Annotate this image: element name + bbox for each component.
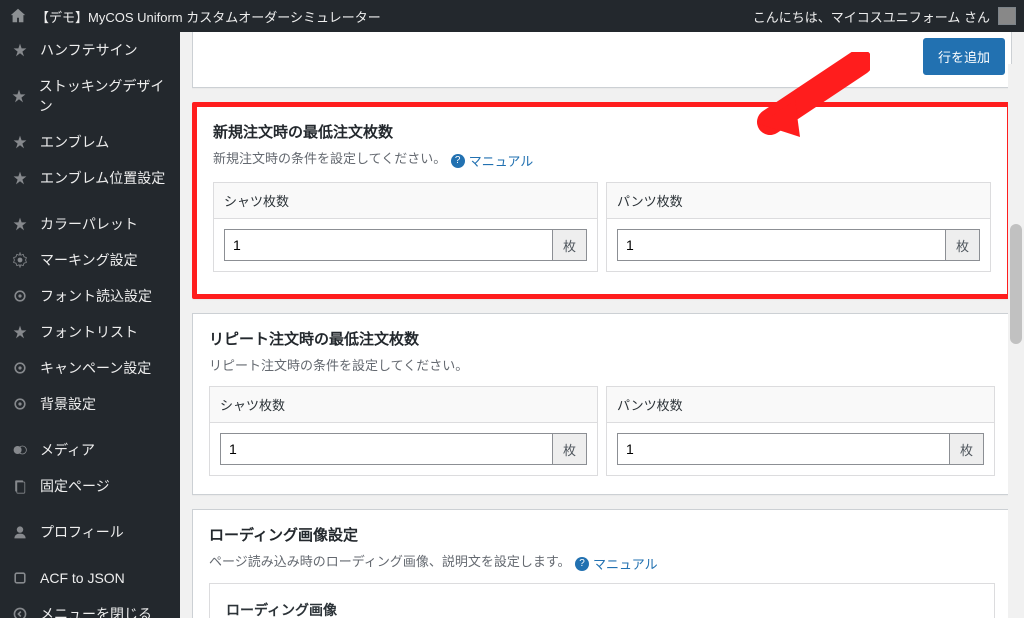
pin-icon (10, 322, 30, 342)
sidebar-item-media[interactable]: メディア (0, 432, 180, 468)
sidebar-item-collapse[interactable]: メニューを閉じる (0, 596, 180, 618)
repeat-order-section: リピート注文時の最低注文枚数 リピート注文時の条件を設定してください。 シャツ枚… (192, 313, 1012, 495)
new-order-desc: 新規注文時の条件を設定してください。 (213, 151, 446, 166)
unit-suffix: 枚 (945, 229, 980, 261)
sidebar-item-9[interactable]: 背景設定 (0, 386, 180, 422)
shirt-field: シャツ枚数 枚 (213, 182, 598, 272)
admin-bar: 【デモ】MyCOS Uniform カスタムオーダーシミュレーター こんにちは、… (0, 0, 1024, 32)
avatar[interactable] (998, 7, 1016, 25)
shirt-label: シャツ枚数 (214, 183, 597, 219)
manual-link[interactable]: ? マニュアル (575, 554, 658, 573)
sidebar-item-label: ストッキングデザイン (39, 76, 170, 116)
site-title[interactable]: 【デモ】MyCOS Uniform カスタムオーダーシミュレーター (36, 7, 381, 26)
sidebar-item-5[interactable]: マーキング設定 (0, 242, 180, 278)
repeat-shirt-input[interactable] (220, 433, 552, 465)
repeat-shirt-field: シャツ枚数 枚 (209, 386, 598, 476)
scrollbar-thumb[interactable] (1010, 224, 1022, 344)
sidebar-item-label: マーキング設定 (40, 250, 138, 270)
content-area: 行を追加 新規注文時の最低注文枚数 新規注文時の条件を設定してください。 ? マ… (180, 32, 1024, 618)
sidebar-item-3[interactable]: エンブレム位置設定 (0, 160, 180, 196)
repeat-pants-input[interactable] (617, 433, 949, 465)
loading-title: ローディング画像設定 (209, 524, 995, 545)
page-icon (10, 476, 30, 496)
annotation-arrow (740, 52, 870, 142)
add-row-button[interactable]: 行を追加 (923, 38, 1005, 75)
sidebar-item-profile[interactable]: プロフィール (0, 514, 180, 550)
pants-field: パンツ枚数 枚 (606, 182, 991, 272)
pin-icon (10, 214, 30, 234)
manual-link[interactable]: ? マニュアル (451, 151, 534, 170)
home-icon[interactable] (8, 6, 28, 26)
sidebar-item-label: フォント読込設定 (40, 286, 152, 306)
sidebar-item-6[interactable]: フォント読込設定 (0, 278, 180, 314)
sidebar-item-label: 背景設定 (40, 394, 96, 414)
shirt-input[interactable] (224, 229, 552, 261)
gear-icon (10, 286, 30, 306)
pin-icon (10, 168, 30, 188)
greeting-text[interactable]: こんにちは、マイコスユニフォーム さん (753, 7, 990, 26)
pants-label: パンツ枚数 (607, 183, 990, 219)
new-order-section: 新規注文時の最低注文枚数 新規注文時の条件を設定してください。 ? マニュアル … (192, 102, 1012, 299)
help-icon: ? (575, 557, 589, 571)
pin-icon (10, 86, 29, 106)
sidebar-item-2[interactable]: エンブレム (0, 124, 180, 160)
admin-sidebar: ハンフテサイン ストッキングデザイン エンブレム エンブレム位置設定 カラーパレ… (0, 32, 180, 618)
sidebar-item-label: ACF to JSON (40, 570, 125, 586)
sidebar-item-7[interactable]: フォントリスト (0, 314, 180, 350)
tool-icon (10, 568, 30, 588)
sidebar-item-label: エンブレム (40, 132, 109, 152)
loading-section: ローディング画像設定 ページ読み込み時のローディング画像、説明文を設定します。 … (192, 509, 1012, 618)
sidebar-item-label: エンブレム位置設定 (40, 168, 165, 188)
loading-image-box: ローディング画像 シミュレーターの読み込み中に表示する画像を設定する事が出来ます… (209, 583, 995, 618)
sidebar-item-label: 固定ページ (40, 476, 110, 496)
scrollbar-track[interactable] (1008, 64, 1024, 618)
sidebar-item-label: フォントリスト (40, 322, 138, 342)
loading-box-title: ローディング画像 (226, 598, 978, 618)
sidebar-item-acf[interactable]: ACF to JSON (0, 560, 180, 596)
pants-input[interactable] (617, 229, 945, 261)
sidebar-item-label: ハンフテサイン (40, 40, 138, 60)
sidebar-item-label: キャンペーン設定 (40, 358, 151, 378)
sidebar-item-label: メニューを閉じる (40, 604, 152, 618)
repeat-order-title: リピート注文時の最低注文枚数 (209, 328, 995, 349)
unit-suffix: 枚 (949, 433, 984, 465)
repeat-shirt-label: シャツ枚数 (210, 387, 597, 423)
media-icon (10, 440, 30, 460)
user-icon (10, 522, 30, 542)
gear-icon (10, 250, 30, 270)
sidebar-item-label: メディア (40, 440, 95, 460)
sidebar-item-4[interactable]: カラーパレット (0, 206, 180, 242)
gear-icon (10, 394, 30, 414)
repeat-pants-label: パンツ枚数 (607, 387, 994, 423)
loading-desc: ページ読み込み時のローディング画像、説明文を設定します。 (209, 554, 571, 569)
pin-icon (10, 40, 30, 60)
sidebar-item-1[interactable]: ストッキングデザイン (0, 68, 180, 124)
pin-icon (10, 132, 30, 152)
unit-suffix: 枚 (552, 433, 587, 465)
sidebar-item-0[interactable]: ハンフテサイン (0, 32, 180, 68)
unit-suffix: 枚 (552, 229, 587, 261)
help-icon: ? (451, 154, 465, 168)
repeat-order-desc: リピート注文時の条件を設定してください。 (209, 355, 995, 374)
sidebar-item-8[interactable]: キャンペーン設定 (0, 350, 180, 386)
repeat-pants-field: パンツ枚数 枚 (606, 386, 995, 476)
sidebar-item-label: プロフィール (40, 522, 124, 542)
sidebar-item-label: カラーパレット (40, 214, 138, 234)
new-order-title: 新規注文時の最低注文枚数 (213, 121, 991, 142)
sidebar-item-pages[interactable]: 固定ページ (0, 468, 180, 504)
gear-icon (10, 358, 30, 378)
collapse-icon (10, 604, 30, 618)
